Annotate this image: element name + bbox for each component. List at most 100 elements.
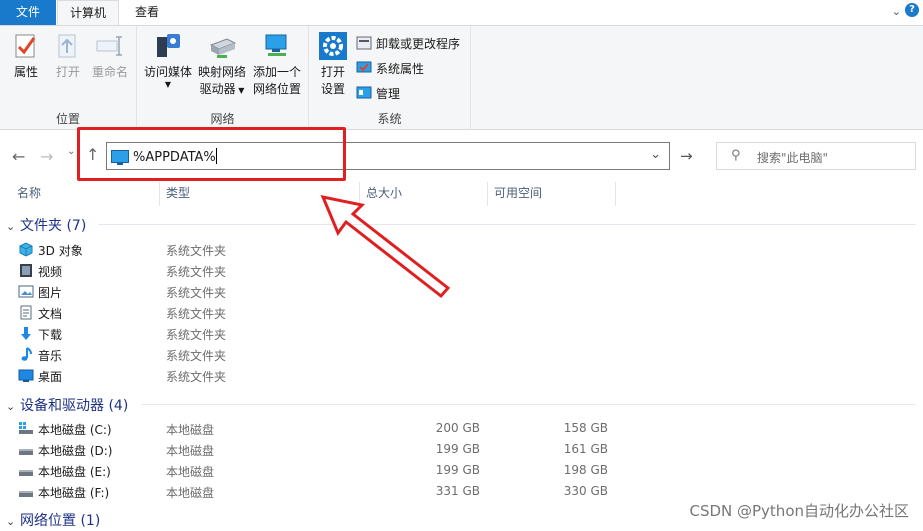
list-item[interactable]: 图片 系统文件夹 xyxy=(0,281,923,302)
properties-button[interactable]: 属性 xyxy=(8,31,44,81)
desktop-icon xyxy=(18,368,34,383)
manage-button[interactable]: 管理 xyxy=(356,84,400,104)
column-total-size[interactable]: 总大小 xyxy=(366,184,402,204)
item-free-space: 161 GB xyxy=(563,442,608,456)
group-folders-label: 文件夹 (7) xyxy=(20,218,87,234)
column-type[interactable]: 类型 xyxy=(166,184,190,204)
open-icon xyxy=(53,31,83,61)
item-name: 3D 对象 xyxy=(38,244,83,258)
help-icon[interactable]: ? xyxy=(905,3,919,17)
media-label: 访问媒体 xyxy=(143,65,192,79)
collapse-chevron-icon: ⌄ xyxy=(6,515,16,528)
list-item[interactable]: 音乐 系统文件夹 xyxy=(0,344,923,365)
media-button[interactable]: 访问媒体 ▼ xyxy=(143,31,193,89)
system-properties-button[interactable]: 系统属性 xyxy=(356,59,424,79)
ribbon-expand-icon[interactable]: ⌄ xyxy=(892,5,901,18)
group-divider xyxy=(98,224,916,225)
open-label: 打开 xyxy=(55,65,80,79)
media-icon xyxy=(153,31,183,61)
group-network-label: 网络位置 (1) xyxy=(20,513,101,529)
list-item[interactable]: 下载 系统文件夹 xyxy=(0,323,923,344)
back-button[interactable]: ← xyxy=(12,147,25,166)
item-type: 系统文件夹 xyxy=(166,370,227,384)
item-name: 本地磁盘 (C:) xyxy=(38,423,112,437)
rename-label: 重命名 xyxy=(91,65,128,79)
column-divider[interactable] xyxy=(487,182,488,206)
download-icon xyxy=(18,326,34,341)
item-total-size: 199 GB xyxy=(435,442,480,456)
tab-file[interactable]: 文件 xyxy=(0,0,56,25)
map-drive-label-1: 映射网络 xyxy=(197,65,246,79)
group-divider xyxy=(142,404,916,405)
drive-icon xyxy=(18,463,34,478)
item-name: 本地磁盘 (F:) xyxy=(38,486,110,500)
open-settings-label-2: 设置 xyxy=(320,82,345,96)
group-location: 属性 打开 重命名 位置 xyxy=(0,26,137,130)
ribbon-tabbar: 文件 计算机 查看 ⌄ ? xyxy=(0,0,923,26)
search-placeholder: 搜索"此电脑" xyxy=(757,151,829,165)
documents-icon xyxy=(18,305,34,320)
list-item[interactable]: 桌面 系统文件夹 xyxy=(0,365,923,386)
add-location-label-2: 网络位置 xyxy=(252,82,301,96)
item-type: 系统文件夹 xyxy=(166,244,227,258)
uninstall-icon xyxy=(356,35,372,51)
column-name[interactable]: 名称 xyxy=(17,184,41,204)
item-name: 下载 xyxy=(38,328,63,342)
uninstall-button[interactable]: 卸载或更改程序 xyxy=(356,34,460,54)
table-row[interactable]: 本地磁盘 (E:) 本地磁盘 199 GB 198 GB xyxy=(0,460,923,481)
go-arrow-icon[interactable]: → xyxy=(680,147,693,165)
properties-label: 属性 xyxy=(13,65,38,79)
list-item[interactable]: 3D 对象 系统文件夹 xyxy=(0,239,923,260)
watermark: CSDN @Python自动化办公社区 xyxy=(689,502,909,520)
item-total-size: 331 GB xyxy=(435,484,480,498)
forward-button[interactable]: → xyxy=(40,147,53,166)
table-row[interactable]: 本地磁盘 (C:) 本地磁盘 200 GB 158 GB xyxy=(0,418,923,439)
group-system-label: 系统 xyxy=(377,112,402,126)
list-item[interactable]: 视频 系统文件夹 xyxy=(0,260,923,281)
rename-button[interactable]: 重命名 xyxy=(90,31,130,81)
group-header-folders[interactable]: ⌄ 文件夹 (7) xyxy=(6,215,86,235)
open-settings-label-1: 打开 xyxy=(320,65,345,79)
video-icon xyxy=(18,263,34,278)
column-divider[interactable] xyxy=(359,182,360,206)
add-network-location-button[interactable]: 添加一个 网络位置 xyxy=(249,31,305,98)
annotation-highlight-box xyxy=(77,127,346,181)
rename-icon xyxy=(95,31,125,61)
group-location-label: 位置 xyxy=(55,112,80,126)
column-divider[interactable] xyxy=(615,182,616,206)
tab-view[interactable]: 查看 xyxy=(122,0,172,25)
item-type: 系统文件夹 xyxy=(166,265,227,279)
item-total-size: 199 GB xyxy=(435,463,480,477)
map-drive-label-2: 驱动器 xyxy=(199,82,236,96)
column-free-space[interactable]: 可用空间 xyxy=(494,184,542,204)
tab-computer[interactable]: 计算机 xyxy=(57,0,119,26)
list-item[interactable]: 文档 系统文件夹 xyxy=(0,302,923,323)
open-button[interactable]: 打开 xyxy=(50,31,86,81)
item-type: 系统文件夹 xyxy=(166,307,227,321)
map-drive-button[interactable]: 映射网络 驱动器 ▼ xyxy=(195,31,249,99)
item-name: 文档 xyxy=(38,307,63,321)
item-name: 视频 xyxy=(38,265,63,279)
address-dropdown-icon[interactable]: ⌄ xyxy=(650,147,661,162)
item-type: 系统文件夹 xyxy=(166,286,227,300)
table-row[interactable]: 本地磁盘 (D:) 本地磁盘 199 GB 161 GB xyxy=(0,439,923,460)
group-drives-label: 设备和驱动器 (4) xyxy=(20,398,129,414)
drive-icon xyxy=(18,484,34,499)
table-row[interactable]: 本地磁盘 (F:) 本地磁盘 331 GB 330 GB xyxy=(0,481,923,502)
recent-locations-button[interactable]: ⌄ xyxy=(67,146,75,157)
item-name: 图片 xyxy=(38,286,63,300)
manage-label: 管理 xyxy=(376,87,401,101)
item-name: 本地磁盘 (E:) xyxy=(38,465,111,479)
collapse-chevron-icon: ⌄ xyxy=(6,220,16,233)
properties-icon xyxy=(11,31,41,61)
search-icon: ⚲ xyxy=(731,148,741,163)
column-divider[interactable] xyxy=(159,182,160,206)
add-location-label-1: 添加一个 xyxy=(252,65,301,79)
group-header-drives[interactable]: ⌄ 设备和驱动器 (4) xyxy=(6,395,128,415)
system-drive-icon xyxy=(18,421,34,436)
drive-icon xyxy=(18,442,34,457)
group-header-network[interactable]: ⌄ 网络位置 (1) xyxy=(6,510,100,530)
open-settings-button[interactable]: 打开 设置 xyxy=(315,31,351,98)
search-box[interactable]: ⚲ 搜索"此电脑" xyxy=(716,142,916,170)
item-total-size: 200 GB xyxy=(435,421,480,435)
